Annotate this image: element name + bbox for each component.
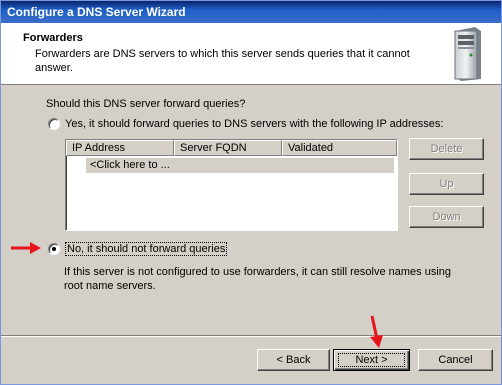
server-tower-icon	[454, 27, 481, 81]
window-title: Configure a DNS Server Wizard	[7, 5, 186, 19]
page-title: Forwarders	[23, 32, 83, 44]
footer-separator	[1, 335, 501, 337]
forwarders-list[interactable]: IP Address Server FQDN Validated <Click …	[65, 139, 398, 231]
column-ip-address[interactable]: IP Address	[66, 140, 174, 156]
delete-button[interactable]: Delete	[409, 138, 484, 160]
wizard-header: Forwarders Forwarders are DNS servers to…	[1, 23, 501, 85]
column-validated[interactable]: Validated	[282, 140, 397, 156]
title-bar[interactable]: Configure a DNS Server Wizard	[1, 1, 501, 23]
option-no-row[interactable]: No, it should not forward queries	[48, 242, 228, 256]
page-description: Forwarders are DNS servers to which this…	[35, 48, 410, 74]
list-header: IP Address Server FQDN Validated	[66, 140, 397, 156]
option-yes-radio[interactable]	[48, 118, 60, 130]
down-button[interactable]: Down	[409, 206, 484, 228]
red-arrow-down-icon	[370, 315, 383, 348]
option-yes-row[interactable]: Yes, it should forward queries to DNS se…	[48, 118, 443, 130]
cancel-button[interactable]: Cancel	[418, 349, 493, 371]
option-yes-label[interactable]: Yes, it should forward queries to DNS se…	[65, 118, 443, 130]
forward-question: Should this DNS server forward queries?	[46, 98, 246, 110]
option-no-radio[interactable]	[48, 243, 60, 255]
red-arrow-icon	[11, 242, 41, 254]
up-button[interactable]: Up	[409, 173, 484, 195]
wizard-window: Configure a DNS Server Wizard Forwarders…	[0, 0, 502, 385]
forwarders-note: If this server is not configured to use …	[64, 266, 452, 292]
column-server-fqdn[interactable]: Server FQDN	[174, 140, 282, 156]
back-button[interactable]: < Back	[257, 349, 330, 371]
next-button[interactable]: Next >	[333, 349, 410, 371]
list-item[interactable]: <Click here to ...	[86, 158, 394, 173]
option-no-label[interactable]: No, it should not forward queries	[65, 242, 228, 256]
